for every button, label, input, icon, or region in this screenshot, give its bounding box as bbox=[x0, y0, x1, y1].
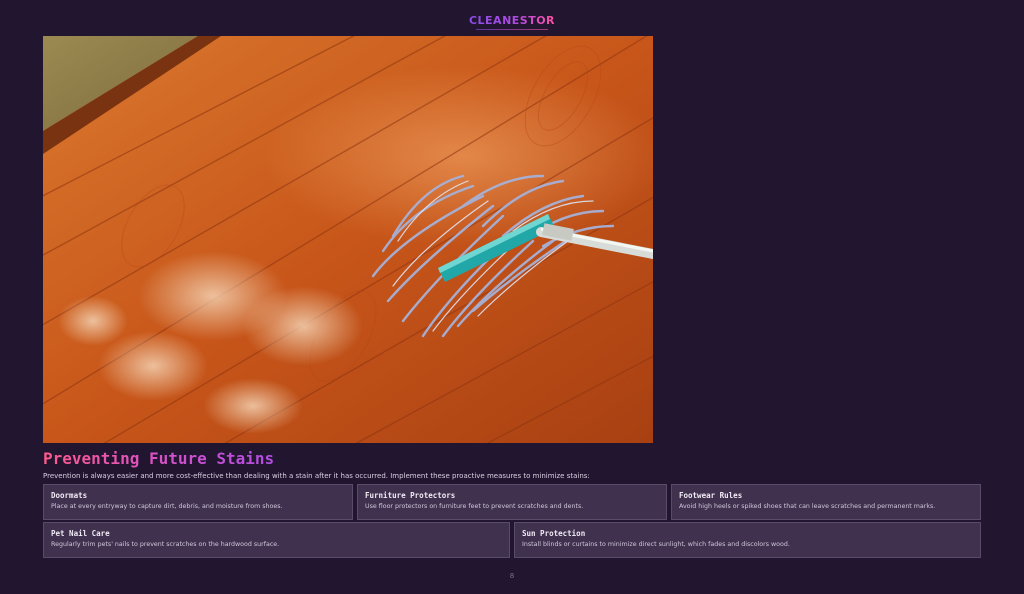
tip-card-doormats: Doormats Place at every entryway to capt… bbox=[43, 484, 353, 520]
tip-card-description: Use floor protectors on furniture feet t… bbox=[365, 503, 584, 510]
hero-image bbox=[43, 36, 653, 443]
tip-card-description: Regularly trim pets' nails to prevent sc… bbox=[51, 541, 280, 548]
logo-text: CLEANESTOR bbox=[468, 14, 556, 27]
tip-card-title: Furniture Protectors bbox=[365, 491, 456, 500]
tip-card-description: Place at every entryway to capture dirt,… bbox=[51, 503, 283, 510]
tip-card-title: Footwear Rules bbox=[679, 491, 743, 500]
mop-floor-illustration bbox=[43, 36, 653, 443]
tip-card-footwear-rules: Footwear Rules Avoid high heels or spike… bbox=[671, 484, 981, 520]
brand-logo: CLEANESTOR bbox=[0, 9, 1024, 30]
tip-card-description: Avoid high heels or spiked shoes that ca… bbox=[679, 503, 936, 510]
tip-card-title: Pet Nail Care bbox=[51, 529, 110, 538]
tip-card-description: Install blinds or curtains to minimize d… bbox=[522, 541, 790, 548]
logo-underline bbox=[476, 29, 548, 30]
tip-card-title: Doormats bbox=[51, 491, 88, 500]
page-number: 8 bbox=[509, 572, 515, 580]
section-intro: Prevention is always easier and more cos… bbox=[43, 472, 590, 480]
tip-card-title: Sun Protection bbox=[522, 529, 586, 538]
tip-card-furniture-protectors: Furniture Protectors Use floor protector… bbox=[357, 484, 667, 520]
tip-card-sun-protection: Sun Protection Install blinds or curtain… bbox=[514, 522, 981, 558]
section-title: Preventing Future Stains bbox=[43, 449, 275, 468]
tip-card-pet-nail-care: Pet Nail Care Regularly trim pets' nails… bbox=[43, 522, 510, 558]
